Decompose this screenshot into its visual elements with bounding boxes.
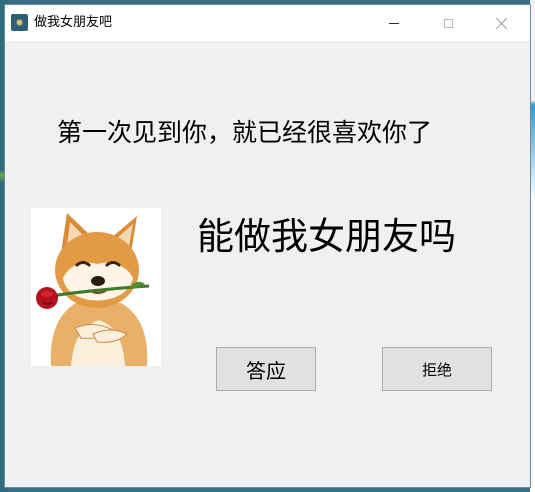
reject-button[interactable]: 拒绝	[382, 347, 492, 391]
maximize-button[interactable]	[425, 5, 471, 41]
title-bar[interactable]: 做我女朋友吧	[5, 5, 530, 41]
window-client-area: 第一次见到你，就已经很喜欢你了 能做我女朋友吗 答应 拒绝	[5, 41, 530, 487]
window-title: 做我女朋友吧	[34, 15, 113, 30]
minimize-icon	[389, 22, 399, 24]
maximize-icon	[443, 18, 453, 28]
app-icon-glyph	[17, 20, 22, 25]
close-icon	[496, 17, 508, 29]
app-icon	[11, 14, 28, 31]
question-headline: 能做我女朋友吗	[197, 215, 456, 258]
app-window: 做我女朋友吧 第一次见到你，就已经很喜欢你了 能做我女朋友吗 答应 拒绝	[4, 4, 531, 488]
minimize-button[interactable]	[371, 5, 417, 41]
close-button[interactable]	[479, 5, 525, 41]
accept-button[interactable]: 答应	[216, 347, 316, 391]
shiba-rose-image	[31, 208, 161, 366]
subtitle-text: 第一次见到你，就已经很喜欢你了	[57, 118, 433, 147]
shiba-dog-illustration	[36, 213, 150, 366]
